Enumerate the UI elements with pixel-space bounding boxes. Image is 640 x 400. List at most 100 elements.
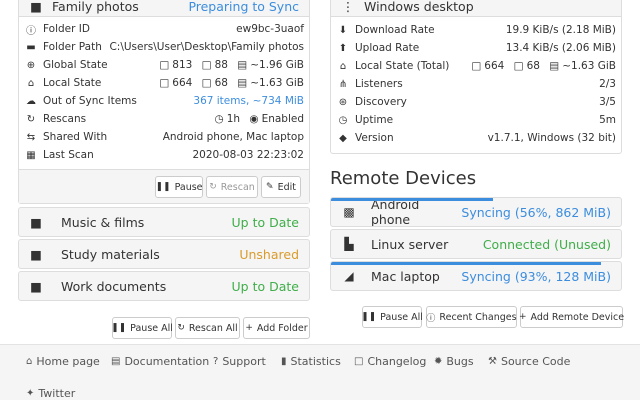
footer-bugs-link[interactable]: ✹ Bugs <box>434 355 474 368</box>
last-scan-row: ▦ Last Scan 2020-08-03 22:23:02 <box>19 146 309 164</box>
listeners-value[interactable]: 2/3 <box>599 78 616 90</box>
folder-status: Unshared <box>239 246 299 262</box>
eye-icon: ◉ <box>249 113 259 125</box>
folder-work-documents[interactable]: ■ Work documents Up to Date <box>18 271 310 301</box>
folder-music-films[interactable]: ■ Music & films Up to Date <box>18 207 310 237</box>
add-folder-label: Add Folder <box>256 322 308 334</box>
pencil-icon: ✎ <box>266 182 274 192</box>
plus-icon: + <box>518 312 527 322</box>
footer-docs-link[interactable]: ▤ Documentation <box>111 355 209 368</box>
info-icon: ⓘ <box>426 313 436 324</box>
row-label: Rescans <box>43 113 87 125</box>
file-icon: □ <box>159 77 170 89</box>
edit-button[interactable]: ✎ Edit <box>261 176 301 198</box>
row-label: Local State <box>43 77 102 89</box>
add-remote-device-button[interactable]: + Add Remote Device <box>518 306 624 328</box>
upload-icon: ⬆ <box>338 42 348 54</box>
upload-rate-value: 13.4 KiB/s (2.06 MiB) <box>505 42 616 54</box>
download-icon: ⬇ <box>338 24 348 36</box>
hdd-icon: ▤ <box>549 60 560 72</box>
row-label: Shared With <box>43 131 108 143</box>
device-name: Android phone <box>371 197 420 227</box>
discovery-value[interactable]: 3/5 <box>599 96 616 108</box>
device-status: Syncing (93%, 128 MiB) <box>461 268 611 284</box>
upload-rate-row: ⬆ Upload Rate 13.4 KiB/s (2.06 MiB) <box>331 39 621 57</box>
footer-home-label: Home page <box>36 355 100 368</box>
local-state-row: ⌂ Local State □ 664 □ 68 ▤ ~1.63 GiB <box>19 74 309 92</box>
row-label: Out of Sync Items <box>43 95 137 107</box>
row-label: Local State (Total) <box>355 60 450 72</box>
folder-icon: ■ <box>30 278 42 294</box>
rescans-row: ↻ Rescans ◷ 1h ◉ Enabled <box>19 110 309 128</box>
device-linux-server[interactable]: ▙ Linux server Connected (Unused) <box>330 229 622 259</box>
device-icon: ◢ <box>344 269 354 283</box>
folder-icon: □ <box>201 59 212 71</box>
folder-status: Up to Date <box>231 278 299 294</box>
discovery-icon: ⊛ <box>338 96 348 108</box>
pause-all-label: Pause All <box>130 322 173 334</box>
rescan-all-button[interactable]: ↻ Rescan All <box>175 317 240 339</box>
footer-bar: ⌂ Home page ▤ Documentation ? Support ▮ Stat… <box>0 344 640 400</box>
remote-devices-heading: Remote Devices <box>330 168 477 189</box>
rescan-all-label: Rescan All <box>188 322 238 334</box>
uptime-value: 5m <box>599 114 616 126</box>
book-icon: ▤ <box>111 356 121 367</box>
rescan-button[interactable]: ↻ Rescan <box>206 176 258 198</box>
uptime-row: ◷ Uptime 5m <box>331 111 621 129</box>
share-icon: ⇆ <box>26 131 36 143</box>
pause-icon: ❚❚ <box>111 323 127 333</box>
global-state-row: ⊕ Global State □ 813 □ 88 ▤ ~1.96 GiB <box>19 56 309 74</box>
download-rate-value: 19.9 KiB/s (2.18 MiB) <box>505 24 616 36</box>
dir-count: 68 <box>214 77 228 89</box>
folder-icon: □ <box>513 60 524 72</box>
folder-name: Music & films <box>61 214 145 230</box>
pause-all-devices-button[interactable]: ❚❚ Pause All <box>361 306 423 328</box>
folder-id-value: ew9bc-3uaof <box>236 23 304 35</box>
footer-home-link[interactable]: ⌂ Home page <box>26 355 100 368</box>
device-icon: ▙ <box>344 237 354 251</box>
this-device-panel: ⋮ Windows desktop ⬇ Download Rate 19.9 K… <box>330 0 622 154</box>
footer-support-link[interactable]: ? Support <box>213 355 266 368</box>
footer-changelog-label: Changelog <box>367 355 427 368</box>
rescan-interval: 1h <box>226 113 241 125</box>
folder-panel-header[interactable]: ■ Family photos Preparing to Sync <box>19 0 309 17</box>
folder-study-materials[interactable]: ■ Study materials Unshared <box>18 239 310 269</box>
rescan-label: Rescan <box>220 181 255 193</box>
refresh-icon: ↻ <box>209 182 217 192</box>
footer-support-label: Support <box>222 355 266 368</box>
folder-icon: ■ <box>30 0 42 14</box>
size-value: ~1.96 GiB <box>250 59 304 71</box>
footer-statistics-link[interactable]: ▮ Statistics <box>281 355 341 368</box>
row-label: Discovery <box>355 96 407 108</box>
pause-button[interactable]: ❚❚ Pause <box>155 176 203 198</box>
folder-path-value: C:\Users\User\Desktop\Family photos <box>109 41 304 53</box>
recent-changes-button[interactable]: ⓘ Recent Changes <box>426 306 517 328</box>
info-icon: ⓘ <box>26 25 36 37</box>
device-icon: ⋮ <box>341 0 355 14</box>
sync-progress-bar <box>331 262 601 265</box>
footer-changelog-link[interactable]: □ Changelog <box>354 355 426 368</box>
out-of-sync-link[interactable]: 367 items, ~734 MiB <box>193 95 304 107</box>
add-folder-button[interactable]: + Add Folder <box>243 317 310 339</box>
file-icon: □ <box>354 356 364 367</box>
network-icon: ⋔ <box>338 78 348 90</box>
device-android-phone[interactable]: ▩ Android phone Syncing (56%, 862 MiB) <box>330 197 622 227</box>
pause-all-label: Pause All <box>380 311 423 323</box>
device-status: Connected (Unused) <box>482 236 611 252</box>
refresh-icon: ↻ <box>177 323 185 333</box>
rescans-value: ◷ 1h ◉ Enabled <box>215 113 304 125</box>
folder-status: Preparing to Sync <box>188 0 299 14</box>
discovery-row: ⊛ Discovery 3/5 <box>331 93 621 111</box>
file-count: 664 <box>172 77 193 89</box>
listeners-row: ⋔ Listeners 2/3 <box>331 75 621 93</box>
home-icon: ⌂ <box>27 77 35 89</box>
device-mac-laptop[interactable]: ◢ Mac laptop Syncing (93%, 128 MiB) <box>330 261 622 291</box>
folder-title: Family photos <box>52 0 139 14</box>
footer-source-link[interactable]: ⚒ Source Code <box>488 355 570 368</box>
folder-name: Work documents <box>61 278 167 294</box>
footer-twitter-link[interactable]: ✦ Twitter <box>26 387 75 400</box>
clock-icon: ◷ <box>214 113 224 125</box>
pause-all-folders-button[interactable]: ❚❚ Pause All <box>111 317 173 339</box>
dir-count: 68 <box>526 60 540 72</box>
row-label: Uptime <box>355 114 394 126</box>
